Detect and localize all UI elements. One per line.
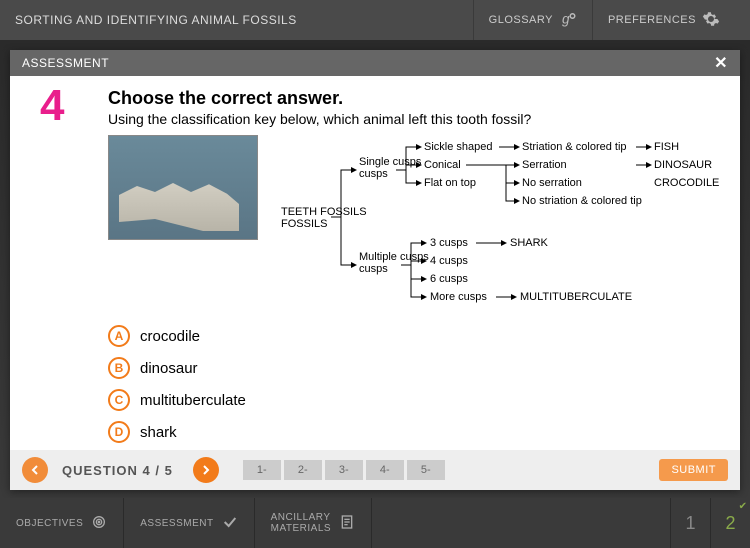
pager: 1 ✔ 2 bbox=[670, 498, 750, 548]
chevron-right-icon bbox=[201, 465, 211, 475]
answer-option-b[interactable]: B dinosaur bbox=[108, 357, 722, 379]
question-box-3[interactable]: 3- bbox=[325, 460, 363, 480]
answer-option-c[interactable]: C multituberculate bbox=[108, 389, 722, 411]
answer-bubble[interactable]: D bbox=[108, 421, 130, 443]
panel-header: ASSESSMENT ✕ bbox=[10, 50, 740, 76]
bottom-bar: OBJECTIVES ASSESSMENT ANCILLARYMATERIALS… bbox=[0, 498, 750, 548]
svg-text:g: g bbox=[562, 11, 570, 26]
gear-icon bbox=[702, 10, 720, 31]
svg-text:MULTITUBERCULATE: MULTITUBERCULATE bbox=[520, 291, 632, 303]
tab-objectives[interactable]: OBJECTIVES bbox=[0, 498, 124, 548]
page-2[interactable]: ✔ 2 bbox=[710, 498, 750, 548]
fossil-image bbox=[108, 135, 258, 240]
submit-button[interactable]: SUBMIT bbox=[659, 459, 728, 481]
check-icon bbox=[222, 514, 238, 533]
question-box-2[interactable]: 2- bbox=[284, 460, 322, 480]
close-icon[interactable]: ✕ bbox=[714, 53, 728, 73]
course-title: SORTING AND IDENTIFYING ANIMAL FOSSILS bbox=[15, 13, 473, 27]
question-counter: QUESTION 4 / 5 bbox=[62, 463, 173, 478]
target-icon bbox=[91, 514, 107, 533]
svg-text:Conical: Conical bbox=[424, 159, 461, 171]
answer-option-d[interactable]: D shark bbox=[108, 421, 722, 443]
assessment-panel: ASSESSMENT ✕ 4 Choose the correct answer… bbox=[10, 50, 740, 490]
question-box-1[interactable]: 1- bbox=[243, 460, 281, 480]
svg-text:Flat on top: Flat on top bbox=[424, 177, 476, 189]
preferences-button[interactable]: PREFERENCES bbox=[592, 0, 735, 40]
svg-text:Sickle shaped: Sickle shaped bbox=[424, 141, 493, 153]
question-number: 4 bbox=[40, 81, 64, 131]
question-box-4[interactable]: 4- bbox=[366, 460, 404, 480]
tab-label: ANCILLARYMATERIALS bbox=[271, 512, 331, 534]
glossary-button[interactable]: GLOSSARY g bbox=[473, 0, 592, 40]
glossary-icon: g bbox=[559, 10, 577, 31]
key-root: TEETH FOSSILS bbox=[281, 206, 367, 218]
svg-text:No serration: No serration bbox=[522, 177, 582, 189]
next-button[interactable] bbox=[193, 457, 219, 483]
answer-bubble[interactable]: B bbox=[108, 357, 130, 379]
svg-text:FISH: FISH bbox=[654, 141, 679, 153]
svg-text:Serration: Serration bbox=[522, 159, 567, 171]
question-boxes: 1- 2- 3- 4- 5- bbox=[243, 460, 445, 480]
classification-key-diagram: TEETH FOSSILS FOSSILS Single cusps cusps… bbox=[270, 135, 722, 315]
prev-button[interactable] bbox=[22, 457, 48, 483]
svg-text:SHARK: SHARK bbox=[510, 237, 549, 249]
answer-text: crocodile bbox=[140, 328, 200, 345]
svg-text:cusps: cusps bbox=[359, 263, 388, 275]
panel-footer: QUESTION 4 / 5 1- 2- 3- 4- 5- SUBMIT bbox=[10, 450, 740, 490]
svg-text:More cusps: More cusps bbox=[430, 291, 487, 303]
tab-assessment[interactable]: ASSESSMENT bbox=[124, 498, 254, 548]
document-icon bbox=[339, 514, 355, 533]
tab-label: ASSESSMENT bbox=[140, 518, 213, 529]
answer-text: multituberculate bbox=[140, 392, 246, 409]
question-title: Choose the correct answer. bbox=[108, 88, 722, 109]
svg-text:FOSSILS: FOSSILS bbox=[281, 218, 327, 230]
question-subtitle: Using the classification key below, whic… bbox=[108, 111, 722, 127]
tab-label: OBJECTIVES bbox=[16, 518, 83, 529]
svg-text:CROCODILE: CROCODILE bbox=[654, 177, 719, 189]
question-box-5[interactable]: 5- bbox=[407, 460, 445, 480]
check-icon: ✔ bbox=[739, 501, 747, 512]
svg-text:4 cusps: 4 cusps bbox=[430, 255, 468, 267]
svg-text:6 cusps: 6 cusps bbox=[430, 273, 468, 285]
answer-bubble[interactable]: C bbox=[108, 389, 130, 411]
answer-option-a[interactable]: A crocodile bbox=[108, 325, 722, 347]
svg-text:No striation & colored tip: No striation & colored tip bbox=[522, 195, 642, 207]
panel-body: 4 Choose the correct answer. Using the c… bbox=[10, 76, 740, 450]
answer-list: A crocodile B dinosaur C multituberculat… bbox=[108, 325, 722, 443]
top-bar: SORTING AND IDENTIFYING ANIMAL FOSSILS G… bbox=[0, 0, 750, 40]
chevron-left-icon bbox=[30, 465, 40, 475]
answer-text: dinosaur bbox=[140, 360, 198, 377]
svg-text:3 cusps: 3 cusps bbox=[430, 237, 468, 249]
page-1[interactable]: 1 bbox=[670, 498, 710, 548]
glossary-label: GLOSSARY bbox=[489, 14, 553, 26]
preferences-label: PREFERENCES bbox=[608, 14, 696, 26]
svg-text:cusps: cusps bbox=[359, 168, 388, 180]
tab-ancillary[interactable]: ANCILLARYMATERIALS bbox=[255, 498, 372, 548]
answer-bubble[interactable]: A bbox=[108, 325, 130, 347]
svg-text:Striation & colored tip: Striation & colored tip bbox=[522, 141, 627, 153]
svg-text:DINOSAUR: DINOSAUR bbox=[654, 159, 712, 171]
answer-text: shark bbox=[140, 424, 177, 441]
panel-header-label: ASSESSMENT bbox=[22, 56, 109, 70]
svg-text:Single cusps: Single cusps bbox=[359, 156, 422, 168]
